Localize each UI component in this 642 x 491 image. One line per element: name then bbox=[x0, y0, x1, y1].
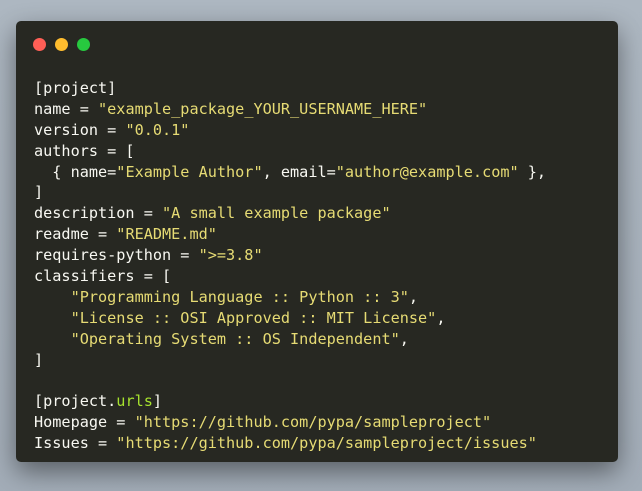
string-literal: "Example Author" bbox=[116, 162, 263, 181]
code-text: Homepage = bbox=[34, 413, 135, 432]
code-line: classifiers = [ bbox=[34, 266, 546, 287]
code-text: , bbox=[436, 308, 446, 327]
code-line: Homepage = "https://github.com/pypa/samp… bbox=[34, 412, 546, 433]
code-line: ] bbox=[34, 182, 546, 203]
string-literal: "README.md" bbox=[116, 225, 217, 244]
code-line: Issues = "https://github.com/pypa/sample… bbox=[34, 433, 546, 454]
close-button[interactable] bbox=[33, 38, 46, 51]
string-literal: "License :: OSI Approved :: MIT License" bbox=[70, 308, 437, 327]
code-line: requires-python = ">=3.8" bbox=[34, 245, 546, 266]
code-text: }, bbox=[518, 162, 547, 181]
code-text: [project] bbox=[34, 79, 117, 97]
code-text: authors = [ bbox=[34, 141, 135, 160]
string-literal: "Programming Language :: Python :: 3" bbox=[70, 287, 409, 306]
code-text: readme = bbox=[34, 225, 117, 244]
maximize-button[interactable] bbox=[77, 38, 90, 51]
code-line: [project.urls] bbox=[34, 391, 546, 412]
code-line: "License :: OSI Approved :: MIT License"… bbox=[34, 308, 546, 329]
code-text: description = bbox=[34, 204, 163, 223]
code-line: name = "example_package_YOUR_USERNAME_HE… bbox=[34, 99, 546, 120]
minimize-button[interactable] bbox=[55, 38, 68, 51]
string-literal: "https://github.com/pypa/sampleproject/i… bbox=[116, 434, 537, 453]
code-text: ] bbox=[34, 350, 44, 369]
code-text: { name= bbox=[34, 162, 117, 181]
string-literal: "A small example package" bbox=[162, 204, 391, 223]
code-text: , email= bbox=[262, 162, 336, 181]
string-literal: "0.0.1" bbox=[125, 120, 190, 139]
code-line: authors = [ bbox=[34, 141, 546, 162]
code-text: Issues = bbox=[34, 434, 117, 453]
string-literal: "author@example.com" bbox=[335, 162, 519, 181]
code-text: version = bbox=[34, 120, 126, 139]
code-text: requires-python = bbox=[34, 246, 199, 265]
string-literal: "Operating System :: OS Independent" bbox=[70, 329, 400, 348]
code-text: [project. bbox=[34, 392, 117, 411]
code-text: ] bbox=[34, 183, 44, 202]
code-line: "Programming Language :: Python :: 3", bbox=[34, 287, 546, 308]
code-line: description = "A small example package" bbox=[34, 203, 546, 224]
code-line: readme = "README.md" bbox=[34, 224, 546, 245]
table-key: urls bbox=[116, 392, 153, 411]
code-text: , bbox=[399, 329, 409, 348]
code-line: [project] bbox=[34, 78, 546, 99]
code-line: "Operating System :: OS Independent", bbox=[34, 329, 546, 350]
code-text: name = bbox=[34, 99, 99, 118]
code-text: , bbox=[408, 287, 419, 306]
string-literal: ">=3.8" bbox=[198, 246, 263, 265]
code-line: ] bbox=[34, 350, 546, 371]
string-literal: "https://github.com/pypa/sampleproject" bbox=[134, 413, 492, 432]
code-window: [project] name = "example_package_YOUR_US… bbox=[16, 21, 618, 462]
code-line: version = "0.0.1" bbox=[34, 120, 546, 141]
code-block: [project] name = "example_package_YOUR_US… bbox=[34, 78, 546, 454]
string-literal: "example_package_YOUR_USERNAME_HERE" bbox=[98, 99, 428, 118]
code-text: ] bbox=[152, 392, 163, 411]
code-line: { name="Example Author", email="author@e… bbox=[34, 162, 546, 183]
code-text: classifiers = [ bbox=[34, 267, 172, 286]
